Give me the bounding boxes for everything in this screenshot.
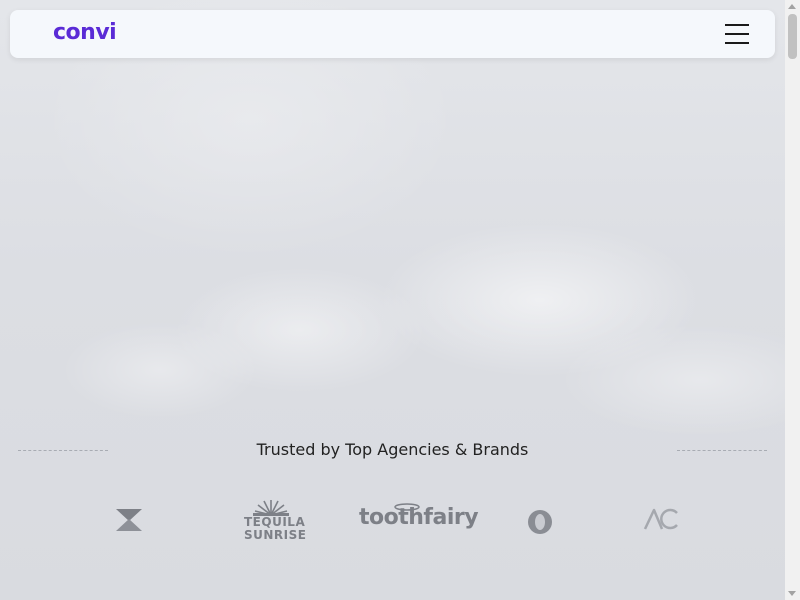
scroll-down-arrow-icon[interactable]: [788, 591, 796, 596]
hamburger-icon-line: [725, 33, 749, 35]
halo-logo: [394, 503, 420, 511]
sunrise-text: SUNRISE: [244, 528, 307, 542]
tequila-sunrise-logo: TEQUILA SUNRISE: [244, 498, 307, 542]
trusted-heading: Trusted by Top Agencies & Brands: [256, 440, 529, 459]
hamburger-icon-line: [725, 42, 749, 44]
divider-right: [677, 450, 767, 451]
chevron-triangle-logo: [115, 508, 143, 536]
scrollbar-thumb[interactable]: [788, 14, 797, 59]
convi-logo[interactable]: convi: [53, 20, 117, 45]
toothfairy-logo: toothfairy: [359, 503, 479, 530]
menu-button[interactable]: [725, 24, 751, 44]
ac-logo: [643, 507, 679, 535]
page-scrollbar[interactable]: [785, 0, 800, 600]
scroll-up-arrow-icon[interactable]: [788, 4, 796, 9]
hamburger-icon-line: [725, 24, 749, 26]
top-navbar: convi: [10, 10, 775, 58]
circle-ring-logo: [527, 509, 553, 539]
sun-rays-logo: [253, 500, 289, 516]
